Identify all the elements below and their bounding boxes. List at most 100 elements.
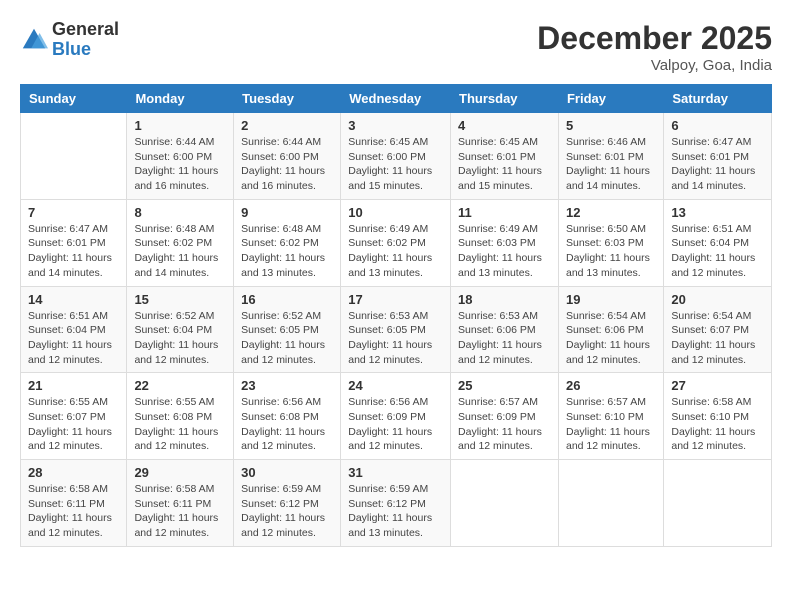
day-info-line: Sunrise: 6:52 AM (134, 310, 214, 322)
calendar-cell: 8Sunrise: 6:48 AMSunset: 6:02 PMDaylight… (127, 199, 234, 286)
day-info-line: Daylight: 11 hours and 12 minutes. (28, 339, 112, 366)
day-info-line: Sunset: 6:04 PM (671, 237, 749, 249)
day-number: 19 (566, 292, 656, 307)
day-info-line: Sunset: 6:04 PM (134, 324, 212, 336)
calendar-cell: 1Sunrise: 6:44 AMSunset: 6:00 PMDaylight… (127, 113, 234, 200)
calendar-cell: 31Sunrise: 6:59 AMSunset: 6:12 PMDayligh… (341, 460, 451, 547)
day-info-line: Sunset: 6:06 PM (566, 324, 644, 336)
day-info-line: Sunset: 6:02 PM (241, 237, 319, 249)
day-info: Sunrise: 6:49 AMSunset: 6:02 PMDaylight:… (348, 222, 443, 281)
day-info: Sunrise: 6:55 AMSunset: 6:07 PMDaylight:… (28, 395, 119, 454)
day-info-line: Sunrise: 6:55 AM (134, 396, 214, 408)
day-info-line: Sunset: 6:04 PM (28, 324, 106, 336)
day-number: 29 (134, 465, 226, 480)
day-info-line: Daylight: 11 hours and 12 minutes. (671, 252, 755, 279)
day-info: Sunrise: 6:52 AMSunset: 6:05 PMDaylight:… (241, 309, 333, 368)
day-info-line: Daylight: 11 hours and 12 minutes. (566, 339, 650, 366)
day-info-line: Sunrise: 6:59 AM (348, 483, 428, 495)
day-info-line: Sunset: 6:01 PM (671, 151, 749, 163)
week-row-2: 7 Sunrise: 6:47 AMSunset: 6:01 PMDaylight… (21, 199, 772, 286)
day-number: 7 (28, 205, 119, 220)
day-info-line: Daylight: 11 hours and 12 minutes. (134, 426, 218, 453)
weekday-header-friday: Friday (558, 85, 663, 113)
weekday-header-monday: Monday (127, 85, 234, 113)
day-number: 23 (241, 378, 333, 393)
month-title: December 2025 (537, 20, 772, 57)
day-number: 9 (241, 205, 333, 220)
day-number: 12 (566, 205, 656, 220)
day-info-line: Sunset: 6:05 PM (348, 324, 426, 336)
day-info-line: Daylight: 11 hours and 13 minutes. (348, 252, 432, 279)
day-info-line: Daylight: 11 hours and 12 minutes. (348, 339, 432, 366)
day-info-line: Daylight: 11 hours and 12 minutes. (671, 426, 755, 453)
day-number: 26 (566, 378, 656, 393)
day-info: Sunrise: 6:59 AMSunset: 6:12 PMDaylight:… (241, 482, 333, 541)
day-number: 17 (348, 292, 443, 307)
day-number: 10 (348, 205, 443, 220)
day-info-line: Daylight: 11 hours and 12 minutes. (458, 426, 542, 453)
day-info-line: Sunset: 6:10 PM (566, 411, 644, 423)
day-info-line: Daylight: 11 hours and 14 minutes. (134, 252, 218, 279)
weekday-header-wednesday: Wednesday (341, 85, 451, 113)
day-info: Sunrise: 6:55 AMSunset: 6:08 PMDaylight:… (134, 395, 226, 454)
day-info-line: Daylight: 11 hours and 16 minutes. (134, 165, 218, 192)
day-info-line: Sunset: 6:03 PM (566, 237, 644, 249)
day-info-line: Sunrise: 6:47 AM (671, 136, 751, 148)
logo-blue: Blue (52, 40, 119, 60)
day-info-line: Sunrise: 6:58 AM (671, 396, 751, 408)
day-number: 11 (458, 205, 551, 220)
day-number: 6 (671, 118, 764, 133)
day-info-line: Sunrise: 6:44 AM (134, 136, 214, 148)
day-info-line: Daylight: 11 hours and 12 minutes. (241, 339, 325, 366)
day-number: 15 (134, 292, 226, 307)
day-info: Sunrise: 6:58 AMSunset: 6:11 PMDaylight:… (28, 482, 119, 541)
calendar-cell: 10 Sunrise: 6:49 AMSunset: 6:02 PMDayligh… (341, 199, 451, 286)
day-info-line: Sunset: 6:01 PM (28, 237, 106, 249)
day-info-line: Sunset: 6:06 PM (458, 324, 536, 336)
day-info-line: Sunset: 6:08 PM (241, 411, 319, 423)
calendar-cell: 29 Sunrise: 6:58 AMSunset: 6:11 PMDayligh… (127, 460, 234, 547)
calendar-cell: 16Sunrise: 6:52 AMSunset: 6:05 PMDayligh… (234, 286, 341, 373)
day-number: 1 (134, 118, 226, 133)
day-info-line: Daylight: 11 hours and 15 minutes. (348, 165, 432, 192)
calendar-cell: 4Sunrise: 6:45 AMSunset: 6:01 PMDaylight… (451, 113, 559, 200)
day-info: Sunrise: 6:56 AMSunset: 6:08 PMDaylight:… (241, 395, 333, 454)
calendar-cell: 28Sunrise: 6:58 AMSunset: 6:11 PMDayligh… (21, 460, 127, 547)
calendar-cell: 26Sunrise: 6:57 AMSunset: 6:10 PMDayligh… (558, 373, 663, 460)
day-info-line: Daylight: 11 hours and 12 minutes. (28, 512, 112, 539)
calendar-cell: 19 Sunrise: 6:54 AMSunset: 6:06 PMDayligh… (558, 286, 663, 373)
day-info-line: Sunrise: 6:48 AM (134, 223, 214, 235)
day-number: 24 (348, 378, 443, 393)
day-info-line: Daylight: 11 hours and 12 minutes. (566, 426, 650, 453)
day-info: Sunrise: 6:58 AMSunset: 6:11 PMDaylight:… (134, 482, 226, 541)
calendar-cell: 17 Sunrise: 6:53 AM Sunset: 6:05 PM Dayligh… (341, 286, 451, 373)
calendar-cell: 11Sunrise: 6:49 AMSunset: 6:03 PMDayligh… (451, 199, 559, 286)
day-info-line: Daylight: 11 hours and 14 minutes. (671, 165, 755, 192)
day-info-line: Sunset: 6:00 PM (348, 151, 426, 163)
calendar-cell (21, 113, 127, 200)
calendar-cell: 30Sunrise: 6:59 AMSunset: 6:12 PMDayligh… (234, 460, 341, 547)
day-info-line: Sunrise: 6:53 AM (348, 310, 428, 322)
day-info-line: Sunrise: 6:57 AM (458, 396, 538, 408)
day-info-line: Sunrise: 6:58 AM (134, 483, 214, 495)
calendar-cell: 20Sunrise: 6:54 AMSunset: 6:07 PMDayligh… (664, 286, 772, 373)
day-info-line: Daylight: 11 hours and 15 minutes. (458, 165, 542, 192)
day-info-line: Sunrise: 6:58 AM (28, 483, 108, 495)
day-info: Sunrise: 6:54 AMSunset: 6:06 PMDaylight:… (566, 309, 656, 368)
day-info-line: Sunset: 6:09 PM (458, 411, 536, 423)
day-info-line: Sunset: 6:00 PM (241, 151, 319, 163)
day-info: Sunrise: 6:45 AMSunset: 6:00 PMDaylight:… (348, 135, 443, 194)
day-info-line: Sunset: 6:10 PM (671, 411, 749, 423)
calendar-cell: 5Sunrise: 6:46 AMSunset: 6:01 PMDaylight… (558, 113, 663, 200)
day-info-line: Daylight: 11 hours and 12 minutes. (348, 426, 432, 453)
day-info: Sunrise: 6:48 AMSunset: 6:02 PMDaylight:… (134, 222, 226, 281)
day-info-line: Daylight: 11 hours and 12 minutes. (241, 426, 325, 453)
day-info-line: Sunrise: 6:53 AM (458, 310, 538, 322)
day-info-line: Daylight: 11 hours and 13 minutes. (458, 252, 542, 279)
week-row-4: 21Sunrise: 6:55 AMSunset: 6:07 PMDayligh… (21, 373, 772, 460)
calendar-cell (664, 460, 772, 547)
day-info-line: Sunset: 6:07 PM (28, 411, 106, 423)
day-info: Sunrise: 6:47 AMSunset: 6:01 PMDaylight:… (28, 222, 119, 281)
day-info: Sunrise: 6:51 AMSunset: 6:04 PMDaylight:… (28, 309, 119, 368)
logo-icon (20, 26, 48, 54)
